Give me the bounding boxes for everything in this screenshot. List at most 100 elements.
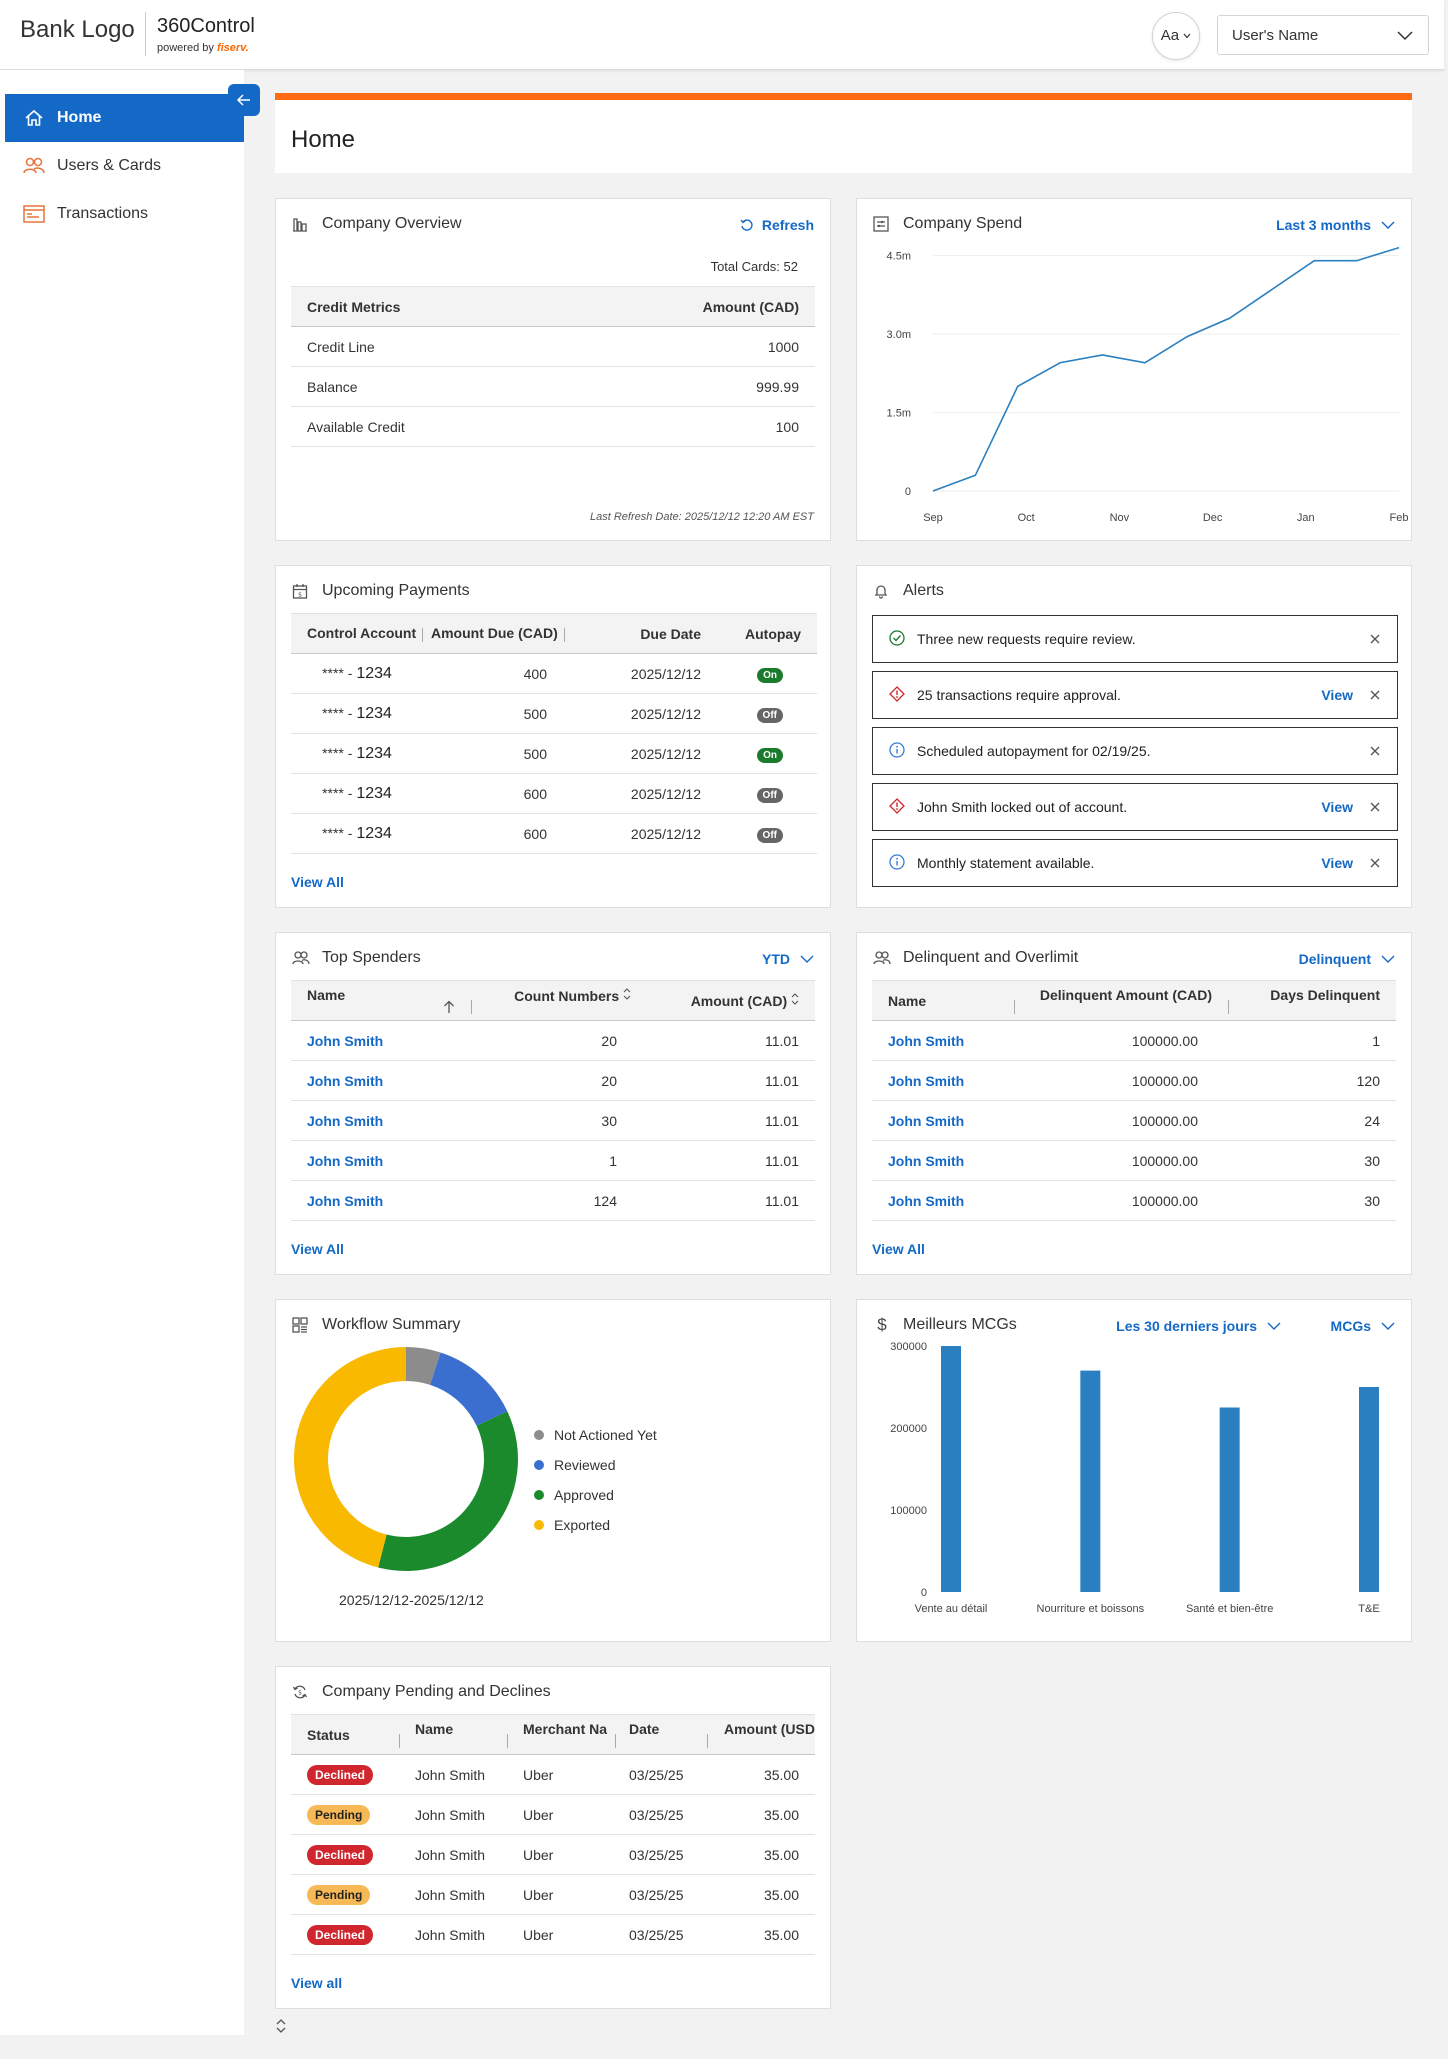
bar[interactable] [1080, 1370, 1101, 1592]
delinquent-name-link[interactable]: John Smith [872, 1060, 1014, 1101]
table-row: John Smith 1 11.01 [291, 1140, 815, 1181]
column-header[interactable]: Merchant Na [507, 1714, 615, 1755]
refresh-button[interactable]: Refresh [740, 217, 814, 233]
spender-name-link[interactable]: John Smith [291, 1020, 471, 1061]
scroll-toggle-icon[interactable] [275, 2018, 287, 2038]
bar[interactable] [941, 1346, 961, 1592]
sort-icon[interactable] [623, 987, 631, 1001]
table-row: John Smith 100000.00 120 [872, 1060, 1396, 1101]
delinquent-name-link[interactable]: John Smith [872, 1180, 1014, 1221]
column-header[interactable]: Amount (USD [707, 1714, 815, 1755]
table-cell-amount: 600 [423, 773, 571, 814]
font-size-button[interactable]: Aa [1152, 12, 1200, 60]
column-header-name[interactable]: Name [291, 980, 471, 1021]
delinquent-name-link[interactable]: John Smith [872, 1140, 1014, 1181]
donut-slice[interactable] [294, 1347, 406, 1568]
delinquent-view-all-link[interactable]: View All [872, 1241, 925, 1257]
user-menu-select[interactable]: User's Name [1217, 15, 1429, 55]
column-header[interactable]: Name [399, 1714, 507, 1755]
x-tick-label: Dec [1203, 512, 1223, 524]
y-tick-label: 3.0m [887, 329, 911, 341]
workflow-date-range: 2025/12/12-2025/12/12 [339, 1592, 484, 1608]
alert-view-link[interactable]: View [1321, 799, 1353, 815]
table-cell-amount: 500 [423, 693, 571, 734]
table-cell: 03/25/25 [615, 1874, 707, 1915]
alert-view-link[interactable]: View [1321, 855, 1353, 871]
delinquent-name-link[interactable]: John Smith [872, 1100, 1014, 1141]
delinquent-name-link[interactable]: John Smith [872, 1020, 1014, 1061]
column-header-label: Name [415, 1721, 454, 1737]
card-title: Top Spenders [292, 949, 421, 967]
x-tick-label: Oct [1018, 512, 1035, 524]
close-icon[interactable] [1369, 800, 1381, 816]
column-header[interactable]: Delinquent Amount (CAD) [1014, 980, 1228, 1021]
spender-name-link[interactable]: John Smith [291, 1140, 471, 1181]
sidebar-item-transactions[interactable]: Transactions [5, 190, 244, 238]
spenders-view-all-link[interactable]: View All [291, 1241, 344, 1257]
pending-view-all-link[interactable]: View all [291, 1975, 342, 1991]
sort-icon[interactable] [791, 992, 799, 1006]
spender-name-link[interactable]: John Smith [291, 1100, 471, 1141]
alert-item: Monthly statement available. View [872, 839, 1398, 887]
bank-logo[interactable]: Bank Logo [20, 16, 135, 44]
collapse-sidebar-button[interactable] [228, 84, 260, 116]
alert-text: Monthly statement available. [917, 855, 1095, 871]
card-title: Delinquent and Overlimit [873, 949, 1078, 967]
y-tick-label: 1.5m [887, 407, 911, 419]
table-cell-status: Pending [291, 1874, 399, 1915]
column-header-amount[interactable]: Amount (CAD) [647, 980, 815, 1021]
users-icon [23, 155, 45, 177]
column-header-label: Due Date [640, 625, 701, 642]
close-icon[interactable] [1369, 744, 1381, 760]
autopay-badge: Off [756, 827, 783, 843]
spender-name-link[interactable]: John Smith [291, 1180, 471, 1221]
column-header[interactable]: Amount Due (CAD) [423, 613, 571, 654]
column-header[interactable]: Control Account [291, 613, 423, 654]
table-header-row: Status Name Merchant Na Date Amount (USD [291, 1714, 815, 1755]
bar[interactable] [1219, 1407, 1240, 1593]
table-cell: John Smith [399, 1794, 507, 1835]
donut-slice[interactable] [378, 1411, 518, 1571]
column-header-label: Date [629, 1721, 660, 1737]
alert-view-link[interactable]: View [1321, 687, 1353, 703]
x-tick-label: Nourriture et boissons [1037, 1603, 1145, 1615]
spender-name-link[interactable]: John Smith [291, 1060, 471, 1101]
legend-label: Approved [554, 1487, 614, 1503]
close-icon[interactable] [1369, 632, 1381, 648]
account-number: 1234 [356, 824, 392, 842]
table-cell: Available Credit [291, 406, 553, 447]
alert-item: Three new requests require review. [872, 615, 1398, 663]
column-header[interactable]: Due Date [571, 613, 717, 654]
close-icon[interactable] [1369, 856, 1381, 872]
pending-declines-card: $ Company Pending and Declines Status Na… [275, 1666, 831, 2009]
donut-slice[interactable] [430, 1352, 508, 1426]
total-cards: Total Cards: 52 [710, 259, 798, 274]
table-header-row: Name Count Numbers Amount (CAD) [291, 980, 815, 1021]
legend-swatch [534, 1460, 544, 1470]
column-header[interactable]: Autopay [717, 613, 817, 654]
card-title: Company Overview [292, 215, 462, 233]
table-cell: 03/25/25 [615, 1834, 707, 1875]
upcoming-payments-card: $ Upcoming Payments Control Account Amou… [275, 565, 831, 908]
column-header-count[interactable]: Count Numbers [471, 980, 647, 1021]
table-row: Declined John Smith Uber 03/25/25 35.00 [291, 1834, 815, 1875]
close-icon[interactable] [1369, 688, 1381, 704]
bar[interactable] [1359, 1387, 1379, 1592]
sidebar-item-users-cards[interactable]: Users & Cards [5, 142, 244, 190]
column-header[interactable]: Name [872, 980, 1014, 1021]
table-cell-status: Declined [291, 1834, 399, 1875]
table-header-row: Control Account Amount Due (CAD) Due Dat… [291, 613, 817, 654]
delinquent-filter-dropdown[interactable]: Delinquent [1299, 951, 1395, 967]
sync-icon: $ [292, 1683, 310, 1701]
sidebar-item-home[interactable]: Home [5, 94, 244, 142]
column-header[interactable]: Status [291, 1714, 399, 1755]
column-header[interactable]: Days Delinquent [1228, 980, 1396, 1021]
top-spenders-period-dropdown[interactable]: YTD [762, 951, 814, 967]
column-header[interactable]: Date [615, 1714, 707, 1755]
page-title: Home [291, 126, 356, 153]
payments-view-all-link[interactable]: View All [291, 874, 344, 890]
check-circle-icon [889, 630, 907, 648]
table-row: **** - 1234 500 2025/12/12 On [291, 733, 817, 774]
delinquent-overlimit-card: Delinquent and Overlimit Delinquent Name… [856, 932, 1412, 1275]
sort-ascending-icon[interactable] [443, 1000, 455, 1014]
